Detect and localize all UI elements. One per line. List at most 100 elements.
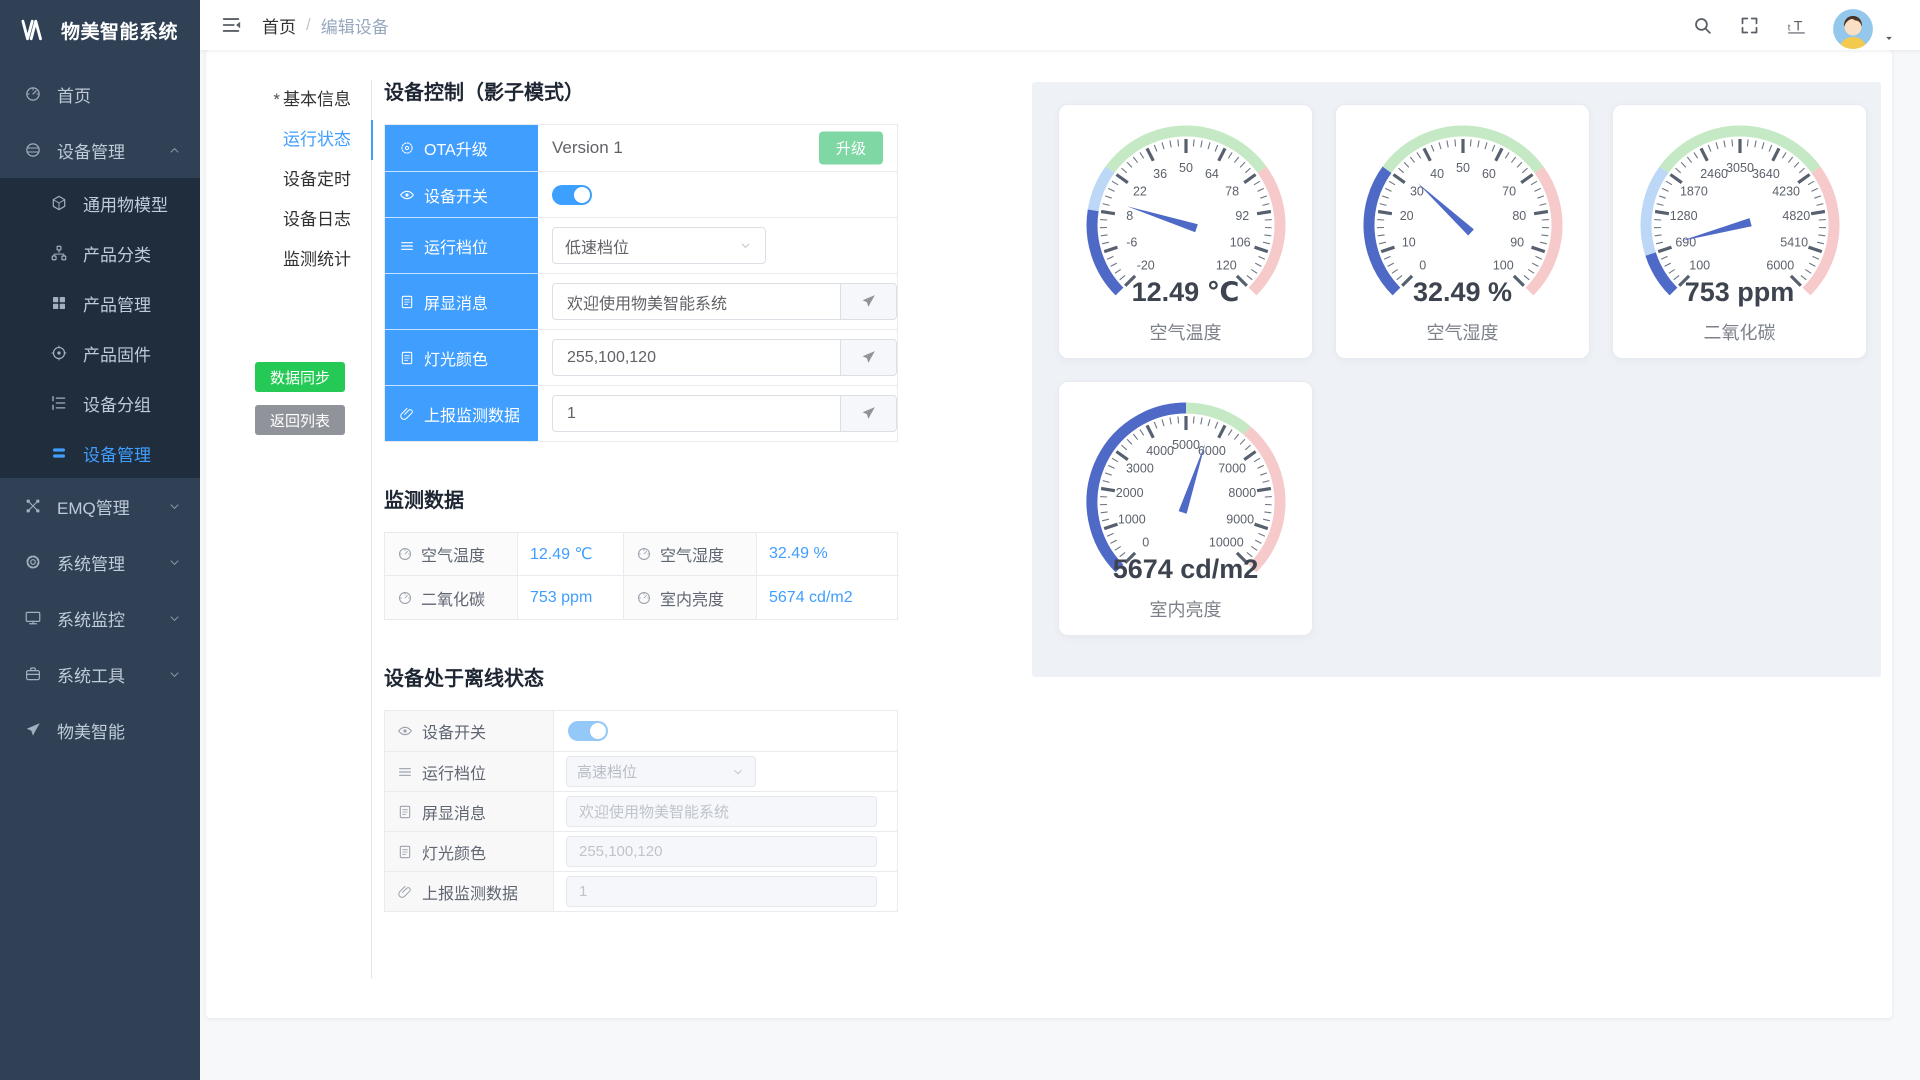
row-cell (538, 329, 897, 385)
sidebar-menu: 首页 设备管理 通用物模型 产品分类 产品管理 产品固件 设备分组 (0, 60, 200, 758)
table-row-ota: OTA升级 Version 1 升级 (385, 125, 897, 171)
row-label-text: 设备开关 (424, 183, 488, 207)
report-data-input-disabled (566, 876, 877, 907)
sidebar-item-emq-management[interactable]: EMQ管理 (0, 478, 200, 534)
gauge-card-co2: 1006901280187024603050364042304820541060… (1612, 104, 1867, 359)
light-color-input[interactable] (552, 339, 840, 376)
page-edit-device: *基本信息 运行状态 设备定时 设备日志 监测统计 数据同步 返回列表 (200, 50, 1920, 1080)
user-menu[interactable] (1833, 9, 1896, 49)
paperclip-icon (397, 884, 413, 900)
bars-icon (50, 444, 68, 462)
table-row-screen-message: 屏显消息 (385, 791, 897, 831)
grid-icon (50, 294, 68, 312)
svg-text:5410: 5410 (1780, 236, 1808, 250)
svg-text:4230: 4230 (1772, 185, 1800, 199)
row-label-text: 灯光颜色 (422, 840, 486, 864)
tab-run-status[interactable]: 运行状态 (250, 120, 373, 160)
app-logo[interactable]: 物美智能系统 (0, 0, 200, 60)
report-data-input[interactable] (552, 395, 840, 432)
monitor-label-text: 空气温度 (421, 542, 485, 566)
sidebar-item-product-firmware[interactable]: 产品固件 (0, 328, 200, 378)
row-cell (538, 273, 897, 329)
breadcrumb-home[interactable]: 首页 (262, 13, 296, 38)
send-plane-icon (860, 405, 877, 422)
search-icon[interactable] (1692, 15, 1713, 36)
table-row-gear: 运行档位 高速档位 (385, 751, 897, 791)
tab-device-log[interactable]: 设备日志 (250, 200, 373, 240)
row-label-text: 屏显消息 (424, 290, 488, 314)
row-label-text: 运行档位 (424, 234, 488, 258)
row-cell (554, 832, 897, 871)
sidebar-item-device-management[interactable]: 设备管理 (0, 122, 200, 178)
offline-status-title: 设备处于离线状态 (384, 666, 898, 692)
svg-text:70: 70 (1502, 185, 1516, 199)
svg-text:3050: 3050 (1726, 161, 1754, 175)
back-to-list-button[interactable]: 返回列表 (255, 405, 345, 435)
eye-icon (399, 187, 415, 203)
send-button[interactable] (840, 339, 897, 376)
sidebar-item-system-management[interactable]: 系统管理 (0, 534, 200, 590)
sidebar-item-general-thing-model[interactable]: 通用物模型 (0, 178, 200, 228)
breadcrumb-current: 编辑设备 (321, 13, 389, 38)
send-plane-icon (860, 349, 877, 366)
firmware-version: Version 1 (552, 138, 623, 158)
row-label: 设备开关 (385, 171, 538, 217)
device-switch-toggle[interactable] (552, 185, 592, 205)
chevron-down-icon (167, 555, 182, 570)
document-icon (397, 844, 413, 860)
monitor-label: 空气湿度 (624, 533, 757, 576)
send-button[interactable] (840, 283, 897, 320)
sidebar-item-home[interactable]: 首页 (0, 66, 200, 122)
tab-monitor-stats[interactable]: 监测统计 (250, 240, 373, 280)
row-label: 灯光颜色 (385, 832, 554, 871)
svg-text:9000: 9000 (1226, 513, 1254, 527)
upgrade-button[interactable]: 升级 (819, 132, 883, 165)
send-button[interactable] (840, 395, 897, 432)
select-value: 低速档位 (565, 234, 629, 258)
svg-text:t: t (1788, 22, 1791, 33)
gauge-card-indoor-brightness: 0100020003000400050006000700080009000100… (1058, 381, 1313, 636)
svg-text:40: 40 (1430, 167, 1444, 181)
sidebar-item-system-tools[interactable]: 系统工具 (0, 646, 200, 702)
sidebar-item-device-management-sub[interactable]: 设备管理 (0, 428, 200, 478)
paperclip-icon (399, 406, 415, 422)
row-cell (554, 711, 897, 751)
screen-message-input[interactable] (552, 283, 840, 320)
gauge-value: 5674 cd/m2 (1059, 554, 1312, 585)
fullscreen-icon[interactable] (1739, 15, 1760, 36)
sidebar-item-wumei-smart[interactable]: 物美智能 (0, 702, 200, 758)
run-gear-select-disabled: 高速档位 (566, 756, 756, 787)
breadcrumb-separator: / (306, 15, 311, 35)
tab-basic-info[interactable]: *基本信息 (250, 80, 373, 120)
sidebar-collapse-icon[interactable] (220, 14, 242, 36)
row-label: 上报监测数据 (385, 872, 554, 911)
gauge-card-air-temperature: -20-68223650647892106120 12.49 ℃ 空气温度 (1058, 104, 1313, 359)
row-label: OTA升级 (385, 125, 538, 171)
font-size-icon[interactable]: tT (1786, 15, 1807, 36)
svg-text:10: 10 (1402, 236, 1416, 250)
breadcrumb: 首页 / 编辑设备 (262, 13, 389, 38)
device-detail-card: *基本信息 运行状态 设备定时 设备日志 监测统计 数据同步 返回列表 (206, 50, 1892, 1018)
run-gear-select[interactable]: 低速档位 (552, 227, 766, 264)
svg-text:106: 106 (1230, 236, 1251, 250)
svg-text:100: 100 (1493, 258, 1514, 272)
svg-text:3640: 3640 (1752, 167, 1780, 181)
sidebar-item-system-monitor[interactable]: 系统监控 (0, 590, 200, 646)
monitor-label: 室内亮度 (624, 576, 757, 619)
sidebar-item-device-group[interactable]: 设备分组 (0, 378, 200, 428)
row-label: 灯光颜色 (385, 329, 538, 385)
select-value: 高速档位 (577, 761, 637, 782)
svg-text:92: 92 (1235, 209, 1249, 223)
row-label: 上报监测数据 (385, 385, 538, 441)
gauge-name: 空气湿度 (1336, 319, 1589, 345)
sidebar-item-product-category[interactable]: 产品分类 (0, 228, 200, 278)
table-row-switch: 设备开关 (385, 711, 897, 751)
dashboard-icon (24, 85, 42, 103)
sidebar-item-product-management[interactable]: 产品管理 (0, 278, 200, 328)
row-cell (554, 792, 897, 831)
data-sync-button[interactable]: 数据同步 (255, 362, 345, 392)
tab-device-timing[interactable]: 设备定时 (250, 160, 373, 200)
monitor-label-text: 空气湿度 (660, 542, 724, 566)
detail-tab-column: *基本信息 运行状态 设备定时 设备日志 监测统计 数据同步 返回列表 (250, 80, 372, 978)
svg-text:4820: 4820 (1782, 209, 1810, 223)
